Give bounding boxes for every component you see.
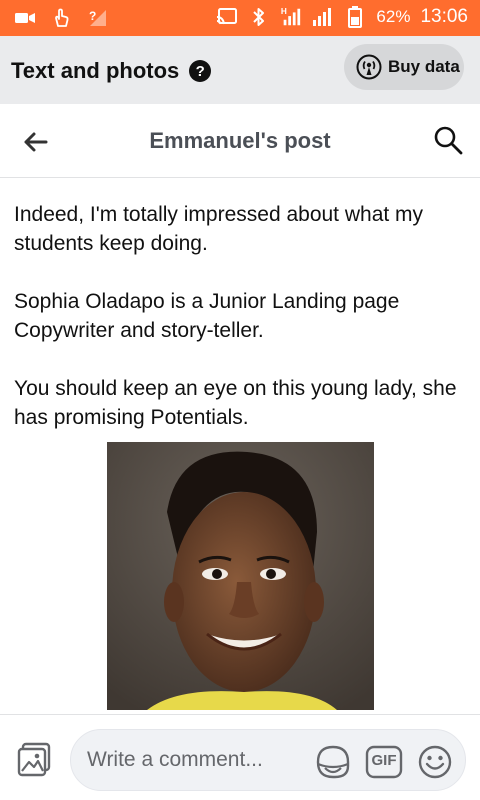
- sticker-icon: [316, 745, 350, 779]
- hand-touch-icon: [50, 7, 72, 29]
- search-icon: [434, 126, 463, 155]
- no-signal-icon: ?: [86, 7, 108, 29]
- broadcast-icon: [356, 54, 382, 80]
- buy-data-button[interactable]: Buy data: [344, 44, 464, 90]
- search-button[interactable]: [432, 124, 464, 156]
- svg-text:H: H: [281, 7, 287, 16]
- signal-h-icon: H: [280, 6, 302, 28]
- battery-icon: [344, 6, 366, 28]
- sticker-button[interactable]: [315, 744, 351, 780]
- page-title: Emmanuel's post: [149, 128, 331, 153]
- add-photo-button[interactable]: [16, 741, 54, 779]
- post-body: Indeed, I'm totally impressed about what…: [14, 200, 466, 432]
- help-icon[interactable]: ?: [189, 60, 212, 82]
- post-paragraph: Sophia Oladapo is a Junior Landing page …: [14, 290, 400, 342]
- promo-title-label: Text and photos: [11, 58, 180, 83]
- status-left: ?: [14, 7, 108, 29]
- status-right: H 62% 13:06: [216, 6, 468, 28]
- clock: 13:06: [420, 6, 468, 27]
- emoji-icon: [418, 745, 452, 779]
- post-paragraph: Indeed, I'm totally impressed about what…: [14, 203, 424, 255]
- gif-button[interactable]: GIF: [365, 744, 403, 780]
- gif-label: GIF: [371, 752, 397, 769]
- battery-percent: 62%: [376, 7, 411, 26]
- cast-icon: [216, 6, 238, 28]
- bluetooth-icon: [248, 6, 270, 28]
- post-header: Emmanuel's post: [0, 104, 480, 178]
- photo-icon: [17, 742, 51, 777]
- comment-placeholder: Write a comment...: [87, 748, 263, 771]
- post-paragraph: You should keep an eye on this young lad…: [14, 377, 457, 429]
- emoji-button[interactable]: [417, 744, 453, 780]
- comment-input[interactable]: Write a comment... GIF: [70, 729, 466, 791]
- status-bar: ? H 62% 13:06: [0, 0, 480, 36]
- video-icon: [14, 7, 36, 29]
- svg-text:?: ?: [89, 9, 96, 23]
- signal-icon: [312, 6, 334, 28]
- promo-bar: Text and photos ? Buy data: [0, 36, 480, 104]
- promo-title: Text and photos ?: [11, 58, 212, 84]
- post-photo[interactable]: [107, 442, 374, 710]
- buy-data-label: Buy data: [388, 57, 460, 76]
- comment-bar: Write a comment... GIF: [0, 714, 480, 800]
